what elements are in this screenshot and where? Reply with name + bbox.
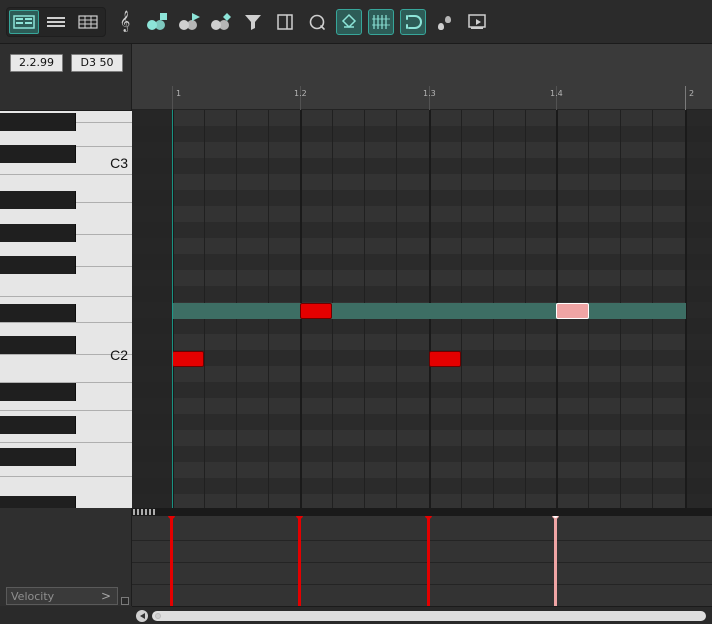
view-mode-group [6,6,106,37]
view-grid-icon[interactable] [73,10,103,34]
black-key[interactable] [0,304,76,322]
snap-icon[interactable] [400,8,426,35]
midi-note[interactable] [300,303,332,319]
timeline-ruler[interactable]: 1 1.2 1.3 1.4 2 [132,44,712,110]
black-key[interactable] [0,496,76,508]
black-key[interactable] [0,448,76,466]
ruler-tick [685,86,686,110]
midi-note-selected[interactable] [556,303,589,319]
tool-play-icon[interactable] [176,9,202,35]
black-key[interactable] [0,256,76,274]
velocity-handle-icon[interactable] [552,516,559,519]
piano-roll-window: 𝄞 1 1.2 1.3 1.4 2 2.2.99 D3 50 C3 C2 Vel… [0,0,712,624]
midi-note[interactable] [172,351,204,367]
octave-label-c2: C2 [110,347,128,363]
velocity-lane[interactable] [132,516,712,606]
footprint-icon[interactable] [432,9,458,35]
black-key[interactable] [0,336,76,354]
tool-paint-icon[interactable] [208,9,234,35]
velocity-bar[interactable] [425,516,432,606]
scroll-thumb[interactable] [152,611,706,621]
note-grid[interactable] [132,110,712,508]
horizontal-scrollbar[interactable] [132,606,712,624]
selected-pitch-row [172,303,686,319]
lane-divider[interactable] [132,508,712,516]
filter-icon[interactable] [240,9,266,35]
ruler-label: 1 [176,89,182,98]
velocity-bar[interactable] [296,516,303,606]
black-key[interactable] [0,224,76,242]
add-lane-button[interactable] [121,597,129,605]
playhead[interactable] [172,110,173,508]
velocity-bar-selected[interactable] [552,516,559,606]
view-piano-roll-icon[interactable] [9,9,39,34]
black-key[interactable] [0,416,76,434]
ruler-label: 1.2 [294,89,307,98]
quantize-icon[interactable] [304,9,330,35]
chevron-right-icon: > [100,589,111,603]
grid-icon[interactable] [368,8,394,35]
position-box[interactable]: 2.2.99 [10,54,63,72]
velocity-handle-icon[interactable] [296,516,303,519]
scroll-left-icon[interactable] [136,610,148,622]
treble-clef-icon[interactable]: 𝄞 [112,9,138,35]
ruler-tick [172,86,173,110]
velocity-handle-icon[interactable] [168,516,175,519]
toolbar: 𝄞 [0,0,712,44]
lane-selector[interactable]: Velocity > [6,587,118,605]
black-key[interactable] [0,191,76,209]
ruler-label: 1.3 [423,89,436,98]
piano-keyboard[interactable]: C3 C2 [0,110,132,508]
midi-note[interactable] [429,351,461,367]
ruler-label: 1.4 [550,89,563,98]
position-readout: 2.2.99 D3 50 [10,54,123,72]
tool-select-icon[interactable] [144,9,170,35]
link-icon[interactable] [336,8,362,35]
black-key[interactable] [0,145,76,163]
octave-label-c3: C3 [110,155,128,171]
note-value-box[interactable]: D3 50 [71,54,123,72]
ruler-label: 2 [689,89,695,98]
black-key[interactable] [0,383,76,401]
panel-icon[interactable] [272,9,298,35]
view-list-icon[interactable] [41,10,71,34]
audition-icon[interactable] [464,9,490,35]
velocity-bar[interactable] [168,516,175,606]
drag-handle-icon[interactable] [133,509,157,515]
lane-selector-label: Velocity [11,589,55,603]
velocity-handle-icon[interactable] [425,516,432,519]
black-key[interactable] [0,113,76,131]
